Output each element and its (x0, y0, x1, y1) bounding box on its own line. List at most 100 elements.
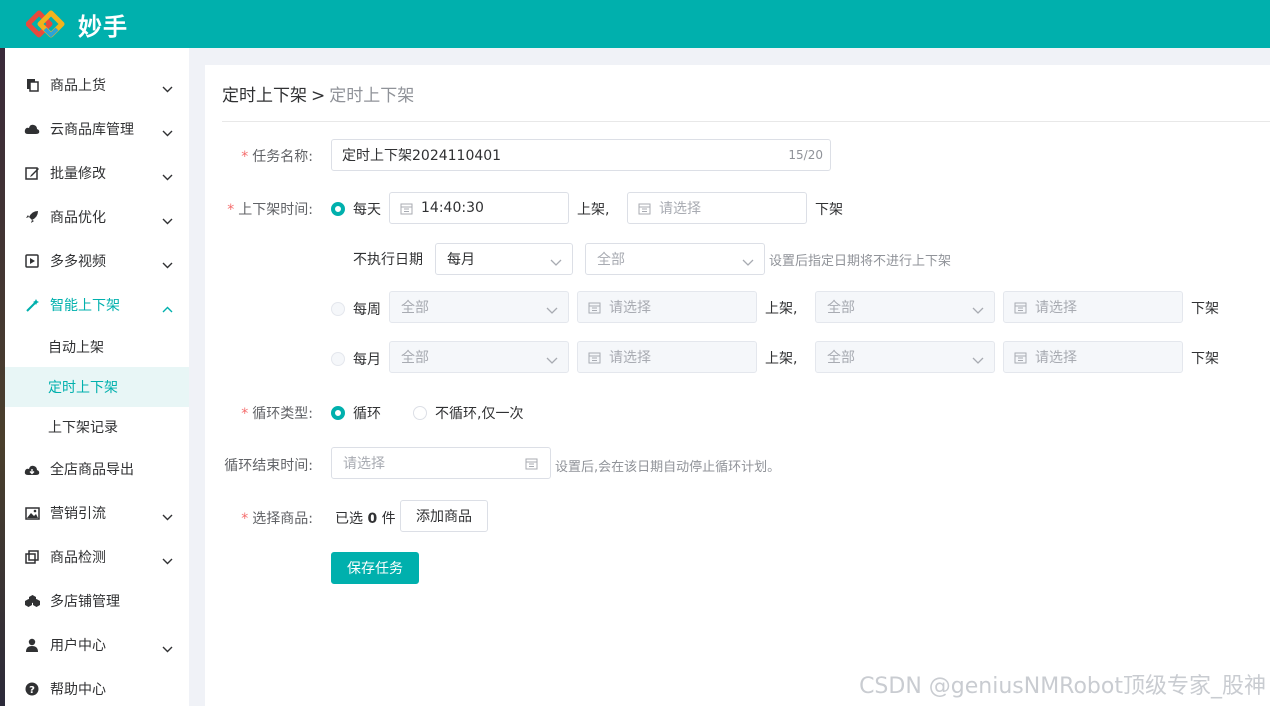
add-goods-button[interactable]: 添加商品 (400, 500, 488, 532)
weekly-down-time-picker[interactable]: 请选择 (1003, 291, 1183, 323)
sidebar-item-0[interactable]: 商品上货 (5, 63, 189, 107)
task-name-input[interactable]: 定时上下架2024110401 15/20 (331, 139, 831, 171)
sidebar-item-9[interactable]: 多店铺管理 (5, 579, 189, 623)
chevron-down-icon (550, 255, 562, 271)
calendar-icon (1014, 301, 1027, 314)
sidebar-item-label: 智能上下架 (50, 298, 120, 314)
loop-type-label: * 循环类型: (241, 406, 313, 422)
exclude-period-select[interactable]: 每月 (435, 243, 573, 275)
monthly-down-time-picker[interactable]: 请选择 (1003, 341, 1183, 373)
loop-end-hint: 设置后,会在该日期自动停止循环计划。 (555, 460, 781, 475)
sidebar-item-1[interactable]: 云商品库管理 (5, 107, 189, 151)
cubes-icon (22, 594, 42, 608)
save-task-button[interactable]: 保存任务 (331, 552, 419, 584)
brand-logo-icon (26, 10, 65, 38)
sidebar-item-8[interactable]: 商品检测 (5, 535, 189, 579)
sidebar-item-11[interactable]: ? 帮助中心 (5, 667, 189, 706)
sidebar: 商品上货云商品库管理 批量修改商品优化多多视频智能上下架自动上架 定时上下架 上下架记… (5, 48, 189, 706)
calendar-icon (588, 351, 601, 364)
sidebar-item-label: 批量修改 (50, 166, 106, 182)
sidebar-top-spacer (5, 48, 189, 63)
clone-icon (22, 550, 42, 564)
breadcrumb: 定时上下架 > 定时上下架 (222, 81, 414, 106)
copy-icon (22, 78, 42, 92)
breadcrumb-current: 定时上下架 (329, 86, 415, 106)
calendar-icon (588, 301, 601, 314)
sidebar-item-label: 商品上货 (50, 78, 106, 94)
monthly-down-day-value: 全部 (827, 350, 855, 366)
radio-monthly-label: 每月 (353, 352, 381, 368)
chevron-down-icon (162, 257, 173, 273)
magic-wand-icon (22, 298, 42, 313)
daily-down-time-picker[interactable]: 请选择 (627, 192, 807, 224)
schedule-label: * 上下架时间: (227, 202, 313, 218)
weekly-up-time-placeholder: 请选择 (609, 300, 651, 316)
monthly-up-day-select[interactable]: 全部 (389, 341, 569, 373)
breadcrumb-separator: > (311, 86, 326, 106)
rocket-icon (22, 210, 42, 224)
weekly-up-suffix: 上架, (765, 301, 798, 317)
monthly-up-time-picker[interactable]: 请选择 (577, 341, 757, 373)
sidebar-item-label: 用户中心 (50, 638, 106, 654)
breadcrumb-parent[interactable]: 定时上下架 (222, 86, 307, 106)
sidebar-item-label: 商品优化 (50, 210, 106, 226)
radio-no-loop-dot (413, 406, 427, 420)
radio-weekly[interactable]: 每周 (331, 299, 381, 319)
radio-weekly-label: 每周 (353, 302, 381, 318)
weekly-down-day-select[interactable]: 全部 (815, 291, 995, 323)
chevron-down-icon (162, 213, 173, 229)
weekly-up-time-picker[interactable]: 请选择 (577, 291, 757, 323)
exclude-days-select[interactable]: 全部 (585, 243, 765, 275)
submenu-item-0[interactable]: 自动上架 (5, 327, 189, 367)
sidebar-item-label: 云商品库管理 (50, 122, 134, 138)
daily-down-time-placeholder: 请选择 (659, 201, 701, 217)
watermark: CSDN @geniusNMRobot顶级专家_股神 (859, 674, 1266, 699)
chevron-down-icon (546, 353, 558, 369)
sidebar-item-4[interactable]: 多多视频 (5, 239, 189, 283)
weekly-down-time-placeholder: 请选择 (1035, 300, 1077, 316)
weekly-down-day-value: 全部 (827, 300, 855, 316)
selected-unit: 件 (381, 511, 396, 527)
goods-label: * 选择商品: (241, 511, 313, 527)
chevron-down-icon (546, 303, 558, 319)
radio-monthly[interactable]: 每月 (331, 349, 381, 369)
sidebar-item-7[interactable]: 营销引流 (5, 491, 189, 535)
task-name-counter: 15/20 (788, 148, 823, 162)
monthly-down-day-select[interactable]: 全部 (815, 341, 995, 373)
selected-prefix: 已选 (335, 511, 363, 527)
daily-up-suffix: 上架, (577, 202, 610, 218)
cloud-download-icon (22, 463, 42, 476)
sidebar-item-10[interactable]: 用户中心 (5, 623, 189, 667)
monthly-down-suffix: 下架 (1191, 351, 1219, 367)
radio-monthly-dot (331, 352, 345, 366)
monthly-up-day-value: 全部 (401, 350, 429, 366)
main-panel: 定时上下架 > 定时上下架 * 任务名称: 定时上下架2024110401 15/20… (205, 65, 1270, 706)
exclude-days-value: 全部 (597, 252, 625, 268)
sidebar-item-3[interactable]: 商品优化 (5, 195, 189, 239)
submenu-item-2[interactable]: 上下架记录 (5, 407, 189, 447)
radio-daily-label: 每天 (353, 202, 381, 218)
sidebar-item-6[interactable]: 全店商品导出 (5, 447, 189, 491)
task-name-value: 定时上下架2024110401 (342, 148, 502, 164)
chevron-up-icon (162, 301, 173, 317)
submenu-item-1[interactable]: 定时上下架 (5, 367, 189, 407)
monthly-up-suffix: 上架, (765, 351, 798, 367)
radio-daily-dot (331, 202, 345, 216)
radio-daily[interactable]: 每天 (331, 199, 381, 219)
weekly-up-day-select[interactable]: 全部 (389, 291, 569, 323)
exclude-date-label: 不执行日期 (353, 252, 423, 268)
radio-loop[interactable]: 循环 (331, 403, 381, 423)
question-circle-icon: ? (22, 682, 42, 696)
calendar-icon (1014, 351, 1027, 364)
brand-logo[interactable]: 妙手 (26, 7, 128, 42)
daily-up-time-picker[interactable]: 14:40:30 (389, 192, 569, 224)
sidebar-item-5[interactable]: 智能上下架 (5, 283, 189, 327)
radio-loop-label: 循环 (353, 406, 381, 422)
video-icon (22, 254, 42, 268)
chevron-down-icon (162, 125, 173, 141)
daily-down-suffix: 下架 (815, 202, 843, 218)
radio-no-loop[interactable]: 不循环,仅一次 (413, 403, 523, 423)
loop-end-date-picker[interactable]: 请选择 (331, 447, 551, 479)
brand-name: 妙手 (78, 12, 128, 41)
sidebar-item-2[interactable]: 批量修改 (5, 151, 189, 195)
